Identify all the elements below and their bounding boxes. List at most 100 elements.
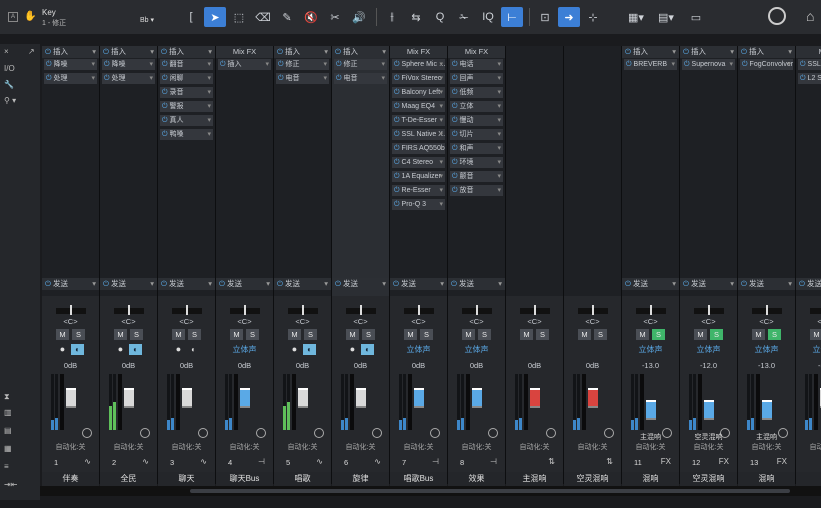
power-icon[interactable]: ⏻ [219, 279, 225, 288]
dropdown-icon[interactable]: ▾ [497, 115, 501, 126]
transient-icon[interactable]: ⫲ [381, 7, 403, 27]
power-icon[interactable]: ⏻ [45, 47, 51, 56]
dropdown-icon[interactable]: ▾ [150, 46, 154, 58]
fader-cap[interactable] [588, 388, 598, 408]
volume-readout[interactable]: 0dB [448, 361, 505, 370]
io-button[interactable]: I/O [4, 64, 15, 73]
channel-strip[interactable]: ⏻ 插入 ▾ ⏻ 降噪 ▾ ⏻ 处理 ▾ ⏻ 发送 ▾ <C> M S ● ◐ 0dB 自动化:关 2 ∿ 全民 [100, 46, 158, 486]
channel-strip[interactable]: ⏻ 插入 ▾ ⏻ 降噪 ▾ ⏻ 处理 ▾ ⏻ 发送 ▾ <C> M S ● ◐ 0dB 自动化:关 1 ∿ 伴奏 [42, 46, 100, 486]
insert-header[interactable]: ⏻ 插入 ▾ [332, 46, 389, 58]
dropdown-icon[interactable]: ▾ [788, 46, 792, 58]
dropdown-icon[interactable]: ▾ [497, 87, 501, 98]
dropdown-icon[interactable]: ▾ [497, 101, 501, 112]
pan-slider[interactable] [230, 305, 260, 315]
dropdown-icon[interactable]: ▾ [208, 278, 212, 290]
insert-slot[interactable]: ⏻ 修正 ▾ [334, 59, 387, 70]
power-icon[interactable]: ⏻ [741, 47, 747, 56]
dropdown-icon[interactable]: ▾ [439, 59, 443, 70]
fader-track[interactable] [350, 374, 354, 430]
fader-cap[interactable] [472, 388, 482, 408]
insert-header[interactable]: ⏻ 插入 ▾ [274, 46, 331, 58]
volume-readout[interactable]: 0dB [42, 361, 99, 370]
quantize-icon[interactable]: Q [429, 7, 451, 27]
fader-track[interactable] [60, 374, 64, 430]
insert-slot[interactable]: ⏻ 电音 ▾ [276, 73, 329, 84]
power-icon[interactable]: ⏻ [683, 279, 689, 288]
power-icon[interactable]: ⏻ [451, 279, 457, 288]
solo-button[interactable]: S [710, 329, 723, 340]
channel-strip[interactable]: ⏻ 插入 ▾ ⏻ 修正 ▾ ⏻ 电音 ▾ ⏻ 发送 ▾ <C> M S ● ◐ 0dB 自动化:关 5 ∿ 唱歌 [274, 46, 332, 486]
power-icon[interactable]: ⏻ [394, 61, 400, 68]
drums-icon[interactable]: ▦ [4, 444, 12, 453]
volume-readout[interactable]: -3.0 [796, 361, 821, 370]
channel-strip[interactable]: ⏻ 插入 ▾ ⏻ BREVERB ▾ ⏻ 发送 ▾ <C> M S 立体声 -13.0 主混响 自动化:关… [622, 46, 680, 486]
scissors-icon[interactable]: ✁ [453, 7, 475, 27]
power-icon[interactable]: ⏻ [103, 47, 109, 56]
horizontal-scrollbar[interactable] [40, 486, 821, 496]
dropdown-icon[interactable]: ▾ [207, 73, 211, 84]
send-header[interactable]: ⏻ 发送▾ [448, 278, 505, 290]
dropdown-icon[interactable]: ▾ [266, 278, 270, 290]
fader-cap[interactable] [762, 400, 772, 420]
insert-slot[interactable]: ⏻ FiVox Stereo ▾ [392, 73, 445, 84]
insert-slot[interactable]: ⏻L2 S▾ [798, 73, 821, 84]
insert-header[interactable]: ⏻ 插入 ▾ [158, 46, 215, 58]
channel-name[interactable]: 空灵混响 [564, 472, 621, 486]
dropdown-icon[interactable]: ▾ [439, 73, 443, 84]
power-icon[interactable]: ⏻ [335, 279, 341, 288]
knob-icon[interactable] [198, 428, 208, 438]
power-icon[interactable]: ⏻ [394, 173, 400, 180]
channel-name[interactable] [796, 472, 821, 486]
volume-readout[interactable]: 0dB [100, 361, 157, 370]
stereo-label[interactable]: 立体声 [448, 344, 505, 355]
insert-slot[interactable]: ⏻ 慢动 ▾ [450, 115, 503, 126]
knob-icon[interactable] [488, 428, 498, 438]
knob-icon[interactable] [314, 428, 324, 438]
channel-strip[interactable]: <C> M S 0dB 自动化:关 ⇅ 空灵混响 [564, 46, 622, 486]
mute-button[interactable]: M [462, 329, 475, 340]
fader-cap[interactable] [704, 400, 714, 420]
dropdown-icon[interactable]: ▾ [323, 73, 327, 84]
dropdown-icon[interactable]: ▾ [439, 115, 443, 126]
mute-button[interactable]: M [230, 329, 243, 340]
dropdown-icon[interactable]: ▾ [439, 129, 443, 140]
power-icon[interactable]: ⏻ [394, 75, 400, 82]
dropdown-icon[interactable]: ▾ [208, 46, 212, 58]
insert-slot[interactable]: ⏻ 和声 ▾ [450, 143, 503, 154]
insert-slot[interactable]: ⏻ 回声 ▾ [450, 73, 503, 84]
dropdown-icon[interactable]: ▾ [439, 185, 443, 196]
stereo-label[interactable]: 立体声 [622, 344, 679, 355]
mute-button[interactable]: M [404, 329, 417, 340]
power-icon[interactable]: ⏻ [278, 75, 284, 82]
monitor-icon[interactable]: ◐ [187, 344, 200, 355]
mixfx-header[interactable]: Mix FX [448, 46, 505, 58]
power-icon[interactable]: ⏻ [393, 279, 399, 288]
channel-strip[interactable]: ⏻ 插入 ▾ ⏻ 翻音 ▾ ⏻ 闲聊 ▾ ⏻ 录音 ▾ ⏻ 警报 ▾ ⏻ 真人 ▾ ⏻ 鸭嗓 ▾ ⏻ 发送 ▾ <C> M S ●… [158, 46, 216, 486]
channel-name[interactable]: 混响 [622, 472, 679, 486]
send-header[interactable]: ⏻ 发送▾ [738, 278, 795, 290]
stereo-label[interactable]: 立体声 [738, 344, 795, 355]
mute-button[interactable]: M [56, 329, 69, 340]
power-icon[interactable]: ⏻ [394, 117, 400, 124]
solo-button[interactable]: S [536, 329, 549, 340]
power-icon[interactable]: ⏻ [162, 131, 168, 138]
channel-strip[interactable]: ⏻ 插入 ▾ ⏻ Supernova ▾ ⏻ 发送 ▾ <C> M S 立体声 -12.0 空灵混响 自动… [680, 46, 738, 486]
fader-track[interactable] [582, 374, 586, 430]
home-icon[interactable]: ⌂ [806, 8, 821, 24]
power-icon[interactable]: ⏻ [626, 61, 632, 68]
power-icon[interactable]: ⏻ [46, 75, 52, 82]
mute-button[interactable]: M [114, 329, 127, 340]
send-header[interactable]: ⏻ 发送▾ [680, 278, 737, 290]
insert-slot[interactable]: ⏻ 降噪 ▾ [44, 59, 97, 70]
dropdown-icon[interactable]: ▾ [207, 115, 211, 126]
power-icon[interactable]: ⏻ [452, 159, 458, 166]
dropdown-icon[interactable]: ▾ [439, 87, 443, 98]
insert-slot[interactable]: ⏻ 闲聊 ▾ [160, 73, 213, 84]
insert-slot[interactable]: ⏻ C4 Stereo ▾ [392, 157, 445, 168]
insert-slot[interactable]: ⏻ FIRS AQ550b ▾ [392, 143, 445, 154]
insert-header[interactable]: ⏻ 插入 ▾ [100, 46, 157, 58]
insert-slot[interactable]: ⏻ 翻音 ▾ [160, 59, 213, 70]
knob-icon[interactable] [256, 428, 266, 438]
automation-label[interactable]: 自动化:关 [158, 442, 215, 452]
mute-button[interactable]: M [172, 329, 185, 340]
